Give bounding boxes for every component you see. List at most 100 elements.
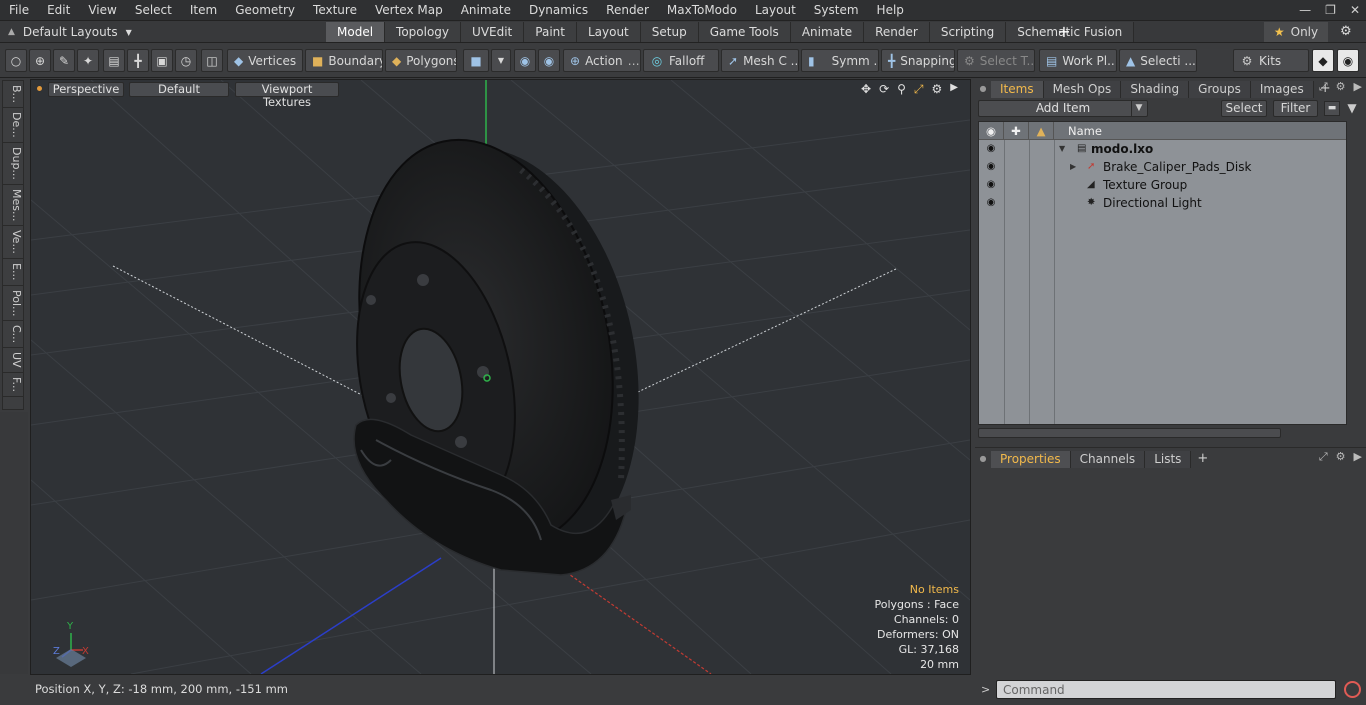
clock-button[interactable]: ◷ [175, 49, 197, 72]
tab-lists[interactable]: Lists [1145, 450, 1192, 468]
stack-button[interactable]: ▤ [103, 49, 125, 72]
material-button[interactable]: ■ [463, 49, 489, 72]
left-tab-duplicate[interactable]: Dup... [3, 143, 23, 185]
vertices-button[interactable]: ◆ Vertices [227, 49, 303, 72]
viewport-menu-dot[interactable] [37, 86, 42, 91]
menu-view[interactable]: View [79, 0, 125, 21]
left-tab-mesh-edit[interactable]: Mes... [3, 185, 23, 227]
tab-paint[interactable]: Paint [524, 22, 577, 42]
tab-render[interactable]: Render [864, 22, 930, 42]
symmetry-button[interactable]: ▮ Symm ... [801, 49, 879, 72]
gear-icon[interactable]: ⚙ [1336, 450, 1346, 464]
add-item-button[interactable]: Add Item [978, 100, 1148, 117]
brush-button[interactable]: ✦ [77, 49, 99, 72]
menu-texture[interactable]: Texture [304, 0, 366, 21]
menu-help[interactable]: Help [868, 0, 913, 21]
menu-render[interactable]: Render [597, 0, 658, 21]
add-tab-icon[interactable]: + [1056, 22, 1072, 42]
add-tab-icon[interactable]: + [1191, 451, 1214, 466]
shading-dropdown[interactable]: Default [129, 82, 229, 97]
menu-edit[interactable]: Edit [38, 0, 79, 21]
eye-icon[interactable]: ◉ [983, 140, 999, 158]
menu-system[interactable]: System [805, 0, 868, 21]
collapse-up-icon[interactable]: ▲ [8, 27, 15, 37]
arrow-right-icon[interactable]: ▶ [1354, 80, 1362, 94]
select-button[interactable]: Select [1221, 100, 1267, 117]
visibility-header-icon[interactable]: ◉ [979, 121, 1004, 140]
play-arrow-icon[interactable]: ▶ [950, 82, 958, 97]
name-column-header[interactable]: Name [1054, 124, 1102, 138]
tab-channels[interactable]: Channels [1070, 450, 1146, 468]
3d-viewport[interactable]: Y X Z Perspective Default Viewport Textu… [30, 79, 971, 675]
layout-dropdown[interactable]: ▲ Default Layouts ▼ [8, 23, 132, 41]
tab-model[interactable]: Model [326, 22, 386, 42]
command-input[interactable] [996, 680, 1336, 699]
only-button[interactable]: ★ Only [1264, 22, 1328, 42]
tab-uvedit[interactable]: UVEdit [461, 22, 525, 42]
tab-topology[interactable]: Topology [385, 22, 462, 42]
menu-vertex-map[interactable]: Vertex Map [366, 0, 452, 21]
work-plane-button[interactable]: ▤ Work Pl... [1039, 49, 1117, 72]
tab-shading[interactable]: Shading [1121, 80, 1190, 98]
mesh-constraint-button[interactable]: ➚ Mesh C ... [721, 49, 799, 72]
viewport-textures-toggle[interactable]: Viewport Textures [235, 82, 339, 109]
expand-arrow-icon[interactable]: ▶ [1070, 158, 1076, 176]
gear-icon[interactable]: ⚙ [932, 82, 943, 97]
left-tab-basic[interactable]: B... [3, 81, 23, 109]
menu-dynamics[interactable]: Dynamics [520, 0, 597, 21]
arrow-right-icon[interactable]: ▶ [1354, 450, 1362, 464]
crosshair-button[interactable]: ╋ [127, 49, 149, 72]
view-mode-dropdown[interactable]: Perspective [48, 82, 124, 97]
frame-button[interactable]: ▣ [151, 49, 173, 72]
chevron-down-icon[interactable]: ▼ [1131, 101, 1146, 116]
left-tab-fusion[interactable]: F... [3, 373, 23, 397]
polygons-button[interactable]: ◆ Polygons [385, 49, 457, 72]
select-through-button[interactable]: ⚙ Select T... [957, 49, 1035, 72]
tab-properties[interactable]: Properties [991, 450, 1071, 468]
menu-select[interactable]: Select [126, 0, 181, 21]
left-tab-edge[interactable]: E... [3, 259, 23, 286]
snap-symmetry-button[interactable]: ◉ [514, 49, 536, 72]
eye-icon[interactable]: ◉ [983, 194, 999, 212]
horizontal-scrollbar[interactable] [978, 428, 1281, 438]
tree-row-scene[interactable]: ◉ ▼ ▤ modo.lxo [979, 140, 1346, 158]
type-header-icon[interactable]: ▲ [1029, 121, 1054, 140]
lock-header-icon[interactable]: ✚ [1004, 121, 1029, 140]
tab-animate[interactable]: Animate [790, 22, 865, 42]
expand-icon[interactable]: ⤢ [1319, 80, 1328, 94]
left-tab-vertex[interactable]: Ve... [3, 226, 23, 260]
kits-button[interactable]: ⚙ Kits [1233, 49, 1309, 72]
unity-button[interactable]: ◆ [1312, 49, 1334, 72]
snapping-button[interactable]: ╋ Snapping [881, 49, 955, 72]
close-icon[interactable]: ✕ [1350, 0, 1360, 21]
unreal-button[interactable]: ◉ [1337, 49, 1359, 72]
panel-menu-dot[interactable]: ● [975, 454, 991, 463]
rotate-icon[interactable]: ⟳ [879, 82, 889, 97]
tab-scripting[interactable]: Scripting [929, 22, 1007, 42]
gear-icon[interactable]: ⚙ [1340, 22, 1352, 42]
eye-icon[interactable]: ◉ [983, 176, 999, 194]
tree-row-light[interactable]: ◉ ✸ Directional Light [979, 194, 1346, 212]
snap-pivot-button[interactable]: ◉ [538, 49, 560, 72]
material-dropdown[interactable]: ▼ [491, 49, 511, 72]
filter-button[interactable]: Filter [1273, 100, 1318, 117]
action-center-button[interactable]: ⊕ Action… [563, 49, 641, 72]
globe-button[interactable]: ⊕ [29, 49, 51, 72]
expand-arrow-icon[interactable]: ▼ [1059, 140, 1065, 158]
items-mode-button[interactable]: ◫ [201, 49, 223, 72]
funnel-icon[interactable]: ▼ [1344, 100, 1360, 117]
pan-icon[interactable]: ✥ [861, 82, 871, 97]
restore-icon[interactable]: ❐ [1325, 0, 1336, 21]
tab-setup[interactable]: Setup [640, 22, 699, 42]
zoom-icon[interactable]: ⚲ [897, 82, 906, 97]
collapse-icon[interactable]: ▬ [1324, 101, 1340, 116]
boundary-button[interactable]: ■ Boundary [305, 49, 383, 72]
gear-icon[interactable]: ⚙ [1336, 80, 1346, 94]
tab-game-tools[interactable]: Game Tools [698, 22, 791, 42]
menu-maxtomodo[interactable]: MaxToModo [658, 0, 746, 21]
tree-row-texture-group[interactable]: ◉ ◢ Texture Group [979, 176, 1346, 194]
expand-icon[interactable]: ⤢ [1319, 450, 1328, 464]
panel-menu-dot[interactable]: ● [975, 84, 991, 93]
tab-mesh-ops[interactable]: Mesh Ops [1043, 80, 1122, 98]
minimize-icon[interactable]: — [1299, 0, 1311, 21]
